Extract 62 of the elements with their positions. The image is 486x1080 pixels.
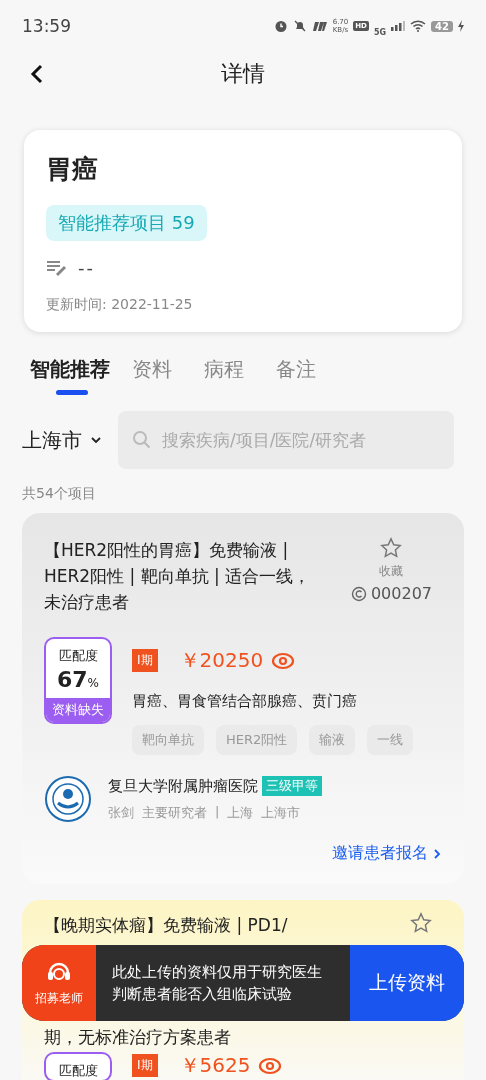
- star-icon[interactable]: [380, 537, 403, 559]
- hospital-level-badge: 三级甲等: [262, 776, 322, 796]
- investigator-name: 张剑: [108, 804, 134, 822]
- meta-separator: |: [215, 804, 220, 821]
- recruiter-button[interactable]: 招募老师: [22, 945, 96, 1021]
- province: 上海: [227, 804, 254, 822]
- search-field[interactable]: 搜索疾病/项目/医院/研究者: [118, 411, 454, 469]
- recommend-count-badge: 智能推荐项目 59: [46, 205, 207, 241]
- price: ￥5625: [179, 1052, 251, 1079]
- hospital-name: 复旦大学附属肿瘤医院: [108, 776, 258, 796]
- edit-note-icon: [46, 258, 68, 277]
- match-value: 67%: [57, 667, 99, 692]
- price: ￥20250: [179, 647, 264, 674]
- network-type: 5G: [373, 27, 387, 37]
- tag: 输液: [309, 725, 356, 755]
- project-code: 000207: [370, 584, 432, 603]
- status-time: 13:59: [22, 16, 71, 36]
- star-icon[interactable]: [410, 912, 432, 934]
- chevron-right-icon: [432, 847, 442, 860]
- invite-patient-link[interactable]: 邀请患者报名: [332, 843, 442, 864]
- chevron-down-icon: [90, 436, 102, 444]
- favorite-label: 收藏: [379, 563, 404, 580]
- city-dropdown[interactable]: 上海市: [22, 426, 102, 454]
- search-icon: [132, 430, 152, 450]
- battery-level: 42: [431, 20, 453, 32]
- upload-notice: 此处上传的资料仅用于研究医生判断患者能否入组临床试验: [111, 962, 323, 1005]
- hospital-logo: [44, 775, 92, 823]
- city: 上海市: [261, 804, 301, 822]
- tab[interactable]: 备注: [276, 352, 328, 395]
- back-icon[interactable]: [30, 64, 44, 84]
- project-title-line: HER2阳性 | 靶向单抗 | 适合一线，: [44, 565, 311, 588]
- charging-icon: [458, 20, 464, 32]
- investigator-role: 主要研究者: [142, 804, 207, 822]
- alarm-icon: [273, 19, 288, 33]
- tag: 靶向单抗: [132, 725, 204, 755]
- project-title-line: 【晚期实体瘤】免费输液 | PD1/: [44, 914, 288, 937]
- tab[interactable]: 病程: [204, 352, 256, 395]
- tab[interactable]: 智能推荐: [30, 352, 122, 395]
- match-label: 匹配度: [58, 1062, 98, 1080]
- tab[interactable]: 资料: [132, 352, 184, 395]
- project-title-line: 未治疗患者: [44, 591, 130, 614]
- update-time: 更新时间: 2022-11-25: [46, 296, 193, 314]
- match-label: 匹配度: [58, 647, 98, 665]
- muted-bell-icon: [292, 19, 307, 33]
- signal-bars-icon: [311, 20, 328, 32]
- cell-signal-icon: [391, 21, 406, 31]
- eye-icon[interactable]: [258, 1056, 283, 1075]
- tag: HER2阳性: [216, 725, 298, 755]
- upload-button[interactable]: 上传资料: [350, 945, 464, 1021]
- phase-badge: I期: [132, 649, 158, 672]
- disease-list: 胃癌、胃食管结合部腺癌、贲门癌: [132, 692, 442, 711]
- copyright-icon: [350, 585, 367, 602]
- disease-title: 胃癌: [46, 153, 98, 186]
- project-count: 共54个项目: [21, 485, 97, 503]
- wifi-icon: [410, 20, 427, 32]
- eye-icon[interactable]: [271, 651, 296, 670]
- project-title-line: 期，无标准治疗方案患者: [44, 1026, 232, 1049]
- project-title-line: 【HER2阳性的胃癌】免费输液 |: [44, 539, 290, 562]
- phase-badge: I期: [132, 1054, 158, 1077]
- note-text: --: [78, 257, 95, 278]
- page-title: 详情: [221, 60, 265, 88]
- missing-data-label: 资料缺失: [46, 698, 110, 722]
